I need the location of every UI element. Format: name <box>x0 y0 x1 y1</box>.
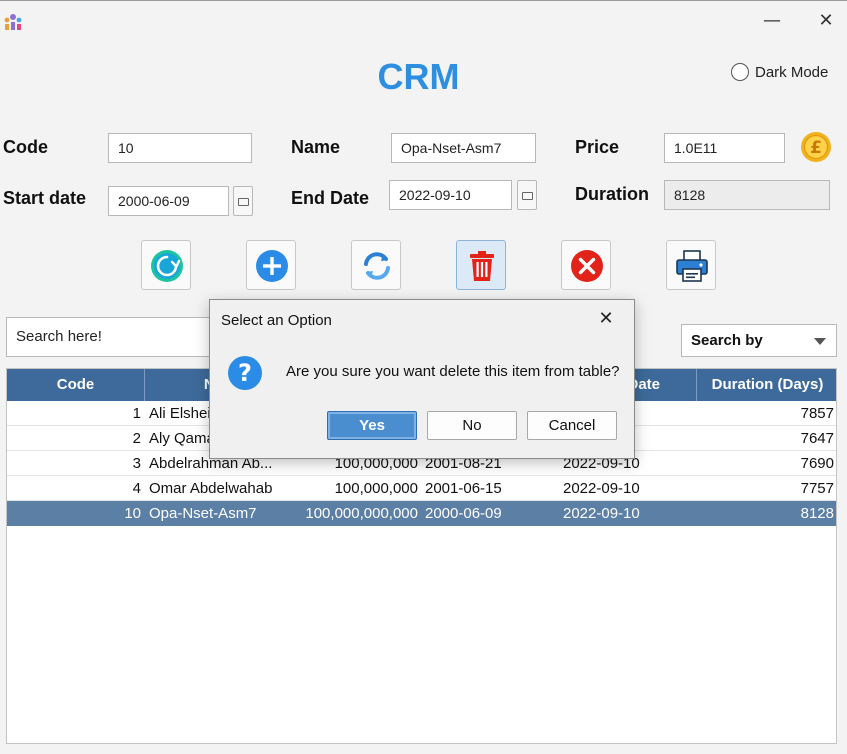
cell-code: 1 <box>132 405 141 422</box>
dark-mode-radio[interactable] <box>731 63 749 81</box>
code-label: Code <box>3 137 48 157</box>
end-date-label: End Date <box>291 188 370 208</box>
yes-button[interactable]: Yes <box>327 411 417 440</box>
refresh-circle-icon <box>151 250 183 282</box>
cell-code: 2 <box>132 430 141 447</box>
add-button[interactable] <box>246 240 296 290</box>
name-label: Name <box>291 137 341 157</box>
start-date-label: Start date <box>3 188 87 208</box>
sync-icon <box>364 252 390 280</box>
name-input[interactable]: Opa-Nset-Asm7 <box>391 133 536 163</box>
dialog-title: Select an Option <box>221 312 332 329</box>
duration-label: Duration <box>575 184 649 204</box>
reload-button[interactable] <box>141 240 191 290</box>
cell-code: 3 <box>132 455 141 472</box>
dark-mode-toggle[interactable]: Dark Mode <box>731 61 828 83</box>
price-input[interactable]: 1.0E11 <box>664 133 785 163</box>
close-window-button[interactable]: ✕ <box>812 9 840 33</box>
cell-duration: 7757 <box>800 480 834 497</box>
column-header-duration[interactable]: Duration (Days) <box>697 369 836 401</box>
code-input[interactable]: 10 <box>108 133 252 163</box>
cell-start-date: 2000-06-09 <box>425 505 502 522</box>
add-icon <box>256 250 288 282</box>
end-date-picker-button[interactable] <box>517 180 537 210</box>
clear-button[interactable] <box>561 240 611 290</box>
printer-icon <box>676 250 708 282</box>
search-input[interactable]: Search here! <box>6 317 220 357</box>
cell-end-date: 2022-09-10 <box>563 505 640 522</box>
cell-end-date: 2022-09-10 <box>563 480 640 497</box>
cell-code: 10 <box>124 505 141 522</box>
calendar-icon <box>238 198 249 206</box>
search-by-dropdown[interactable]: Search by <box>681 324 837 357</box>
chevron-down-icon <box>814 338 826 345</box>
price-label: Price <box>575 137 620 157</box>
title-bar: — ✕ <box>0 1 847 41</box>
pound-coin-icon[interactable]: £ <box>800 131 832 163</box>
column-header-code[interactable]: Code <box>7 369 145 401</box>
cell-duration: 7690 <box>800 455 834 472</box>
dialog-close-button[interactable]: ✕ <box>595 308 617 330</box>
table-row-selected[interactable]: 10 Opa-Nset-Asm7 100,000,000,000 2000-06… <box>7 501 836 526</box>
trash-icon <box>470 251 494 281</box>
print-button[interactable] <box>666 240 716 290</box>
cell-price: 100,000,000,000 <box>305 505 418 522</box>
dialog-message: Are you sure you want delete this item f… <box>286 363 620 380</box>
question-icon: ? <box>228 356 262 390</box>
duration-output: 8128 <box>664 180 830 210</box>
cell-duration: 8128 <box>800 505 834 522</box>
app-title: CRM <box>377 56 460 97</box>
dark-mode-label: Dark Mode <box>755 63 829 81</box>
app-logo-icon <box>4 14 22 30</box>
cancel-button[interactable]: Cancel <box>527 411 617 440</box>
delete-button[interactable] <box>456 240 506 290</box>
table-row[interactable]: 4 Omar Abdelwahab 100,000,000 2001-06-15… <box>7 476 836 501</box>
calendar-icon <box>522 192 533 200</box>
cell-duration: 7857 <box>800 405 834 422</box>
app-window: — ✕ CRM Dark Mode Code 10 Name Opa-Nset-… <box>0 0 847 754</box>
update-button[interactable] <box>351 240 401 290</box>
cell-name: Opa-Nset-Asm7 <box>149 505 257 522</box>
minimize-button[interactable]: — <box>758 9 786 33</box>
confirm-delete-dialog: Select an Option ✕ ? Are you sure you wa… <box>209 299 635 459</box>
svg-text:?: ? <box>238 359 252 387</box>
cell-start-date: 2001-06-15 <box>425 480 502 497</box>
cancel-icon <box>571 250 603 282</box>
cell-price: 100,000,000 <box>334 480 418 497</box>
svg-text:£: £ <box>810 138 822 158</box>
search-by-label: Search by <box>691 332 763 349</box>
no-button[interactable]: No <box>427 411 517 440</box>
start-date-picker-button[interactable] <box>233 186 253 216</box>
start-date-input[interactable]: 2000-06-09 <box>108 186 229 216</box>
cell-duration: 7647 <box>800 430 834 447</box>
cell-name: Omar Abdelwahab <box>149 480 273 497</box>
cell-code: 4 <box>132 480 141 497</box>
end-date-input[interactable]: 2022-09-10 <box>389 180 512 210</box>
